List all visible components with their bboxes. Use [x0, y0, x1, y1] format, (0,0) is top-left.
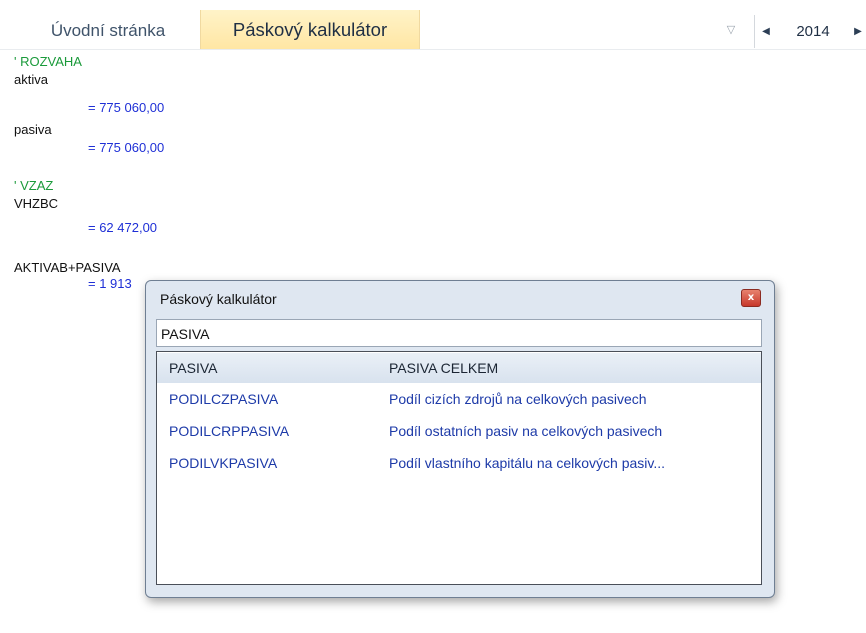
tab-paskovy-kalkulator[interactable]: Páskový kalkulátor — [200, 10, 420, 50]
item-code: PODILVKPASIVA — [169, 455, 278, 471]
list-item[interactable]: PODILCRPPASIVA Podíl ostatních pasiv na … — [157, 416, 761, 446]
autocomplete-dialog: Páskový kalkulátor x PASIVA PASIVA PASIV… — [145, 280, 775, 598]
close-icon[interactable]: x — [741, 289, 761, 307]
item-code: PODILCRPPASIVA — [169, 423, 290, 439]
tape-label: aktiva — [14, 72, 48, 87]
tape-result: = 62 472,00 — [88, 220, 158, 235]
tape-label: VHZBC — [14, 196, 59, 211]
tape-comment: ' ROZVAHA — [14, 54, 82, 69]
year-next-button[interactable]: ▶ — [847, 15, 866, 48]
tape-label: pasiva — [14, 122, 52, 137]
list-item[interactable]: PODILVKPASIVA Podíl vlastního kapitálu n… — [157, 448, 761, 478]
tape-comment: ' VZAZ — [14, 178, 54, 193]
item-description: PASIVA CELKEM — [389, 360, 499, 376]
tape-result: = 775 060,00 — [88, 100, 165, 115]
item-code: PODILCZPASIVA — [169, 391, 279, 407]
tab-uvodni-stranka[interactable]: Úvodní stránka — [28, 10, 188, 50]
year-selector: ◀ 2014 ▶ — [754, 15, 866, 48]
tape-label: AKTIVAB+PASIVA — [14, 260, 121, 275]
tab-bar-divider — [0, 49, 866, 50]
triangle-down-icon[interactable]: ▽ — [722, 22, 740, 38]
item-code: PASIVA — [169, 360, 218, 376]
search-input[interactable]: PASIVA — [156, 319, 762, 347]
list-item[interactable]: PASIVA PASIVA CELKEM — [157, 353, 761, 383]
year-value: 2014 — [796, 23, 830, 40]
tab-bar: Úvodní stránka Páskový kalkulátor ▽ ◀ 20… — [0, 0, 866, 50]
item-description: Podíl cizích zdrojů na celkových pasivec… — [389, 391, 647, 407]
dialog-title: Páskový kalkulátor — [160, 291, 277, 307]
item-description: Podíl vlastního kapitálu na celkových pa… — [389, 455, 666, 471]
year-prev-button[interactable]: ◀ — [755, 15, 777, 48]
tape-result: = 775 060,00 — [88, 140, 165, 155]
tape-result: = 1 913 — [88, 276, 132, 291]
list-item[interactable]: PODILCZPASIVA Podíl cizích zdrojů na cel… — [157, 384, 761, 414]
item-description: Podíl ostatních pasiv na celkových pasiv… — [389, 423, 663, 439]
suggestion-list[interactable]: PASIVA PASIVA CELKEM PODILCZPASIVA Podíl… — [156, 351, 762, 585]
